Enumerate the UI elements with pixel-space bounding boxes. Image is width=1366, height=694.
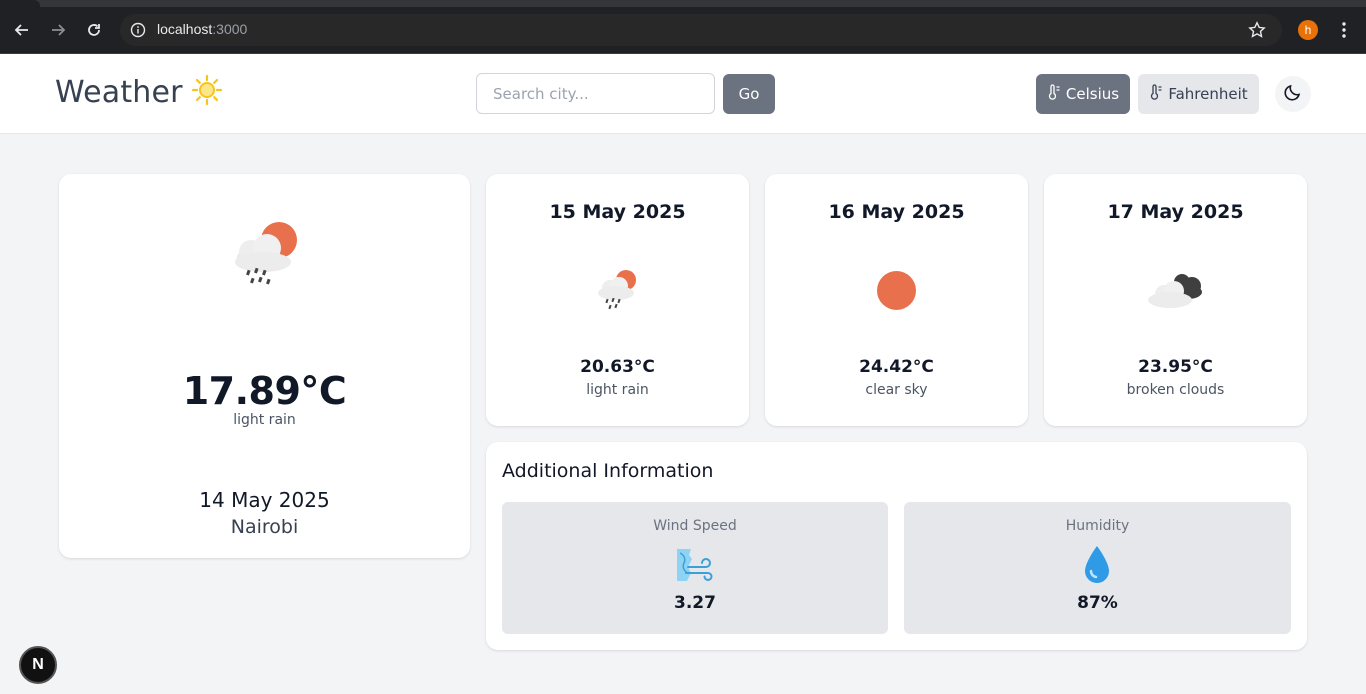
forecast-temperature: 24.42°C <box>859 357 934 377</box>
moon-icon <box>1284 83 1302 105</box>
forecast-date: 17 May 2025 <box>1107 201 1244 223</box>
browser-chrome: localhost:3000 h <box>0 0 1366 54</box>
app-header: Weather Go Celsius Fahrenheit <box>0 54 1366 134</box>
brand: Weather <box>55 74 223 110</box>
forward-arrow-icon[interactable] <box>46 18 70 42</box>
theme-toggle-button[interactable] <box>1275 76 1311 112</box>
tab-strip <box>0 0 1366 7</box>
forecast-description: broken clouds <box>1126 382 1225 398</box>
sun-icon <box>191 74 223 110</box>
site-info-icon[interactable] <box>130 22 146 42</box>
current-description: light rain <box>233 412 296 428</box>
humidity-value: 87% <box>1077 593 1118 613</box>
thermometer-icon <box>1149 84 1163 104</box>
clear-sky-icon <box>876 270 917 315</box>
dev-tools-badge[interactable]: N <box>19 646 57 684</box>
wind-icon <box>674 545 716 589</box>
wind-speed-value: 3.27 <box>674 593 716 613</box>
forecast-date: 15 May 2025 <box>549 201 686 223</box>
current-city: Nairobi <box>230 516 299 538</box>
url-text[interactable]: localhost:3000 <box>157 21 247 37</box>
light-rain-icon <box>225 218 305 298</box>
forecast-date: 16 May 2025 <box>828 201 965 223</box>
forecast-temperature: 23.95°C <box>1138 357 1213 377</box>
broken-clouds-icon <box>1146 270 1206 314</box>
star-icon[interactable] <box>1248 21 1266 43</box>
current-date: 14 May 2025 <box>199 488 330 512</box>
back-arrow-icon[interactable] <box>10 18 34 42</box>
thermometer-icon <box>1047 84 1061 104</box>
wind-speed-label: Wind Speed <box>653 518 737 534</box>
humidity-label: Humidity <box>1065 518 1130 534</box>
fahrenheit-button[interactable]: Fahrenheit <box>1138 74 1259 114</box>
search-input[interactable] <box>476 73 715 114</box>
url-host: localhost <box>157 21 213 37</box>
current-temperature: 17.89°C <box>182 369 347 413</box>
url-port: :3000 <box>212 21 248 37</box>
app-title: Weather <box>55 74 183 110</box>
profile-avatar[interactable]: h <box>1298 20 1318 40</box>
fahrenheit-label: Fahrenheit <box>1168 85 1248 103</box>
forecast-description: light rain <box>586 382 649 398</box>
light-rain-icon <box>594 268 640 316</box>
reload-icon[interactable] <box>82 18 106 42</box>
menu-dots-icon[interactable] <box>1332 18 1356 42</box>
droplet-icon <box>1082 544 1112 590</box>
celsius-button[interactable]: Celsius <box>1036 74 1130 114</box>
forecast-temperature: 20.63°C <box>580 357 655 377</box>
additional-info-title: Additional Information <box>502 460 714 482</box>
address-bar[interactable]: localhost:3000 <box>120 14 1282 46</box>
forecast-description: clear sky <box>865 382 928 398</box>
celsius-label: Celsius <box>1065 85 1120 103</box>
go-button[interactable]: Go <box>723 74 775 114</box>
